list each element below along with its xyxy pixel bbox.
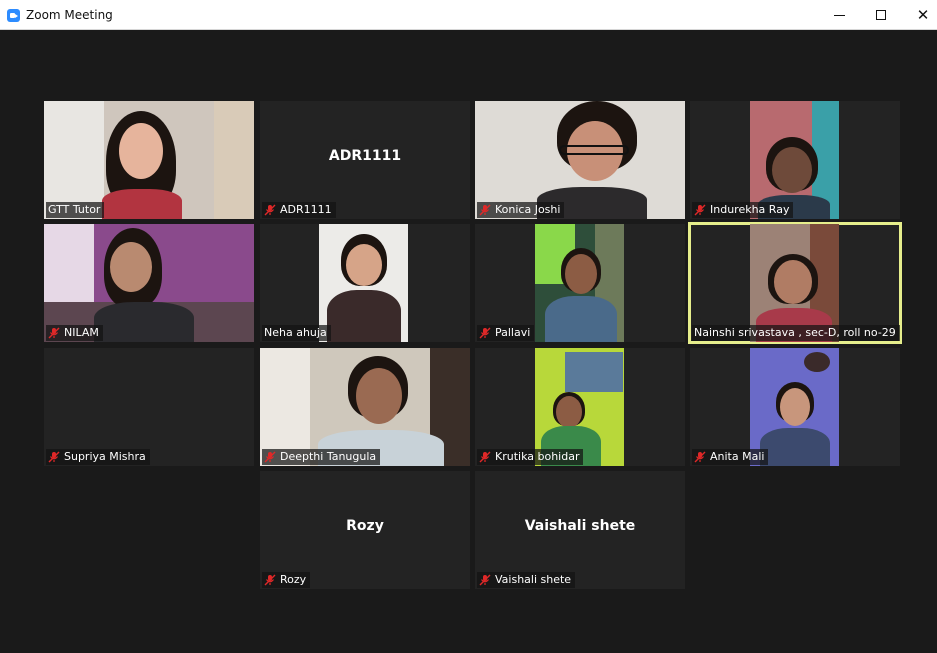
close-icon: ✕ [916,5,930,24]
participant-video [535,224,624,342]
participant-display-name: ADR1111 [328,148,402,164]
participant-tile-neha-ahuja[interactable]: Neha ahuja [260,224,470,342]
participant-tile-pallavi[interactable]: Pallavi [475,224,685,342]
participant-name: Indurekha Ray [710,203,790,216]
muted-microphone-icon [479,574,491,586]
participant-name: Pallavi [495,326,531,339]
participant-name: Rozy [280,573,307,586]
participant-label: Vaishali shete [477,572,576,588]
participant-label: Pallavi [477,325,535,341]
participant-tile-indurekha-ray[interactable]: Indurekha Ray [690,101,900,219]
participant-name: Supriya Mishra [64,450,146,463]
window-title: Zoom Meeting [26,8,113,22]
participant-label: Deepthi Tanugula [262,449,381,465]
participant-display-name: Rozy [346,518,384,534]
participant-tile-vaishali-shete[interactable]: Vaishali shete Vaishali shete [475,471,685,589]
participant-label: Rozy [262,572,311,588]
maximize-button[interactable] [858,0,904,30]
participant-tile-supriya-mishra[interactable]: Supriya Mishra [44,348,254,466]
muted-microphone-icon [479,327,491,339]
muted-microphone-icon [694,204,706,216]
participant-tile-deepthi-tanugula[interactable]: Deepthi Tanugula [260,348,470,466]
participant-name: Deepthi Tanugula [280,450,377,463]
participant-tile-adr1111[interactable]: ADR1111 ADR1111 [260,101,470,219]
participant-label: ADR1111 [262,202,336,218]
participant-name: ADR1111 [280,203,332,216]
muted-microphone-icon [264,574,276,586]
participant-tile-nainshi-srivastava[interactable]: Nainshi srivastava , sec-D, roll no-29 [688,222,902,344]
muted-microphone-icon [48,451,60,463]
participant-name: Nainshi srivastava , sec-D, roll no-29 [694,326,896,339]
participant-label: Anita Mali [692,449,769,465]
muted-microphone-icon [479,204,491,216]
participant-tile-anita-mali[interactable]: Anita Mali [690,348,900,466]
participant-name: NILAM [64,326,99,339]
participant-display-name: Vaishali shete [524,518,636,534]
participant-label: NILAM [46,325,103,341]
title-bar: Zoom Meeting ✕ [0,0,937,30]
muted-microphone-icon [264,451,276,463]
participant-tile-rozy[interactable]: Rozy Rozy [260,471,470,589]
participant-tile-nilam[interactable]: NILAM [44,224,254,342]
participant-name: Krutika bohidar [495,450,580,463]
minimize-icon [833,14,845,16]
maximize-icon [876,10,886,20]
participant-label: Krutika bohidar [477,449,584,465]
participant-name: Vaishali shete [495,573,572,586]
participant-label: Supriya Mishra [46,449,150,465]
participant-label: Neha ahuja [262,325,331,341]
participant-label: Indurekha Ray [692,202,794,218]
participant-name: Neha ahuja [264,326,327,339]
muted-microphone-icon [694,451,706,463]
participant-name: Konica Joshi [495,203,561,216]
zoom-app-icon [7,9,20,22]
participant-tile-krutika-bohidar[interactable]: Krutika bohidar [475,348,685,466]
participant-video [319,224,408,342]
participant-label: Nainshi srivastava , sec-D, roll no-29 [692,325,900,341]
participant-label: Konica Joshi [477,202,565,218]
muted-microphone-icon [479,451,491,463]
participant-label: GTT Tutor [46,202,105,218]
participant-tile-konica-joshi[interactable]: Konica Joshi [475,101,685,219]
muted-microphone-icon [264,204,276,216]
participant-name: Anita Mali [710,450,765,463]
muted-microphone-icon [48,327,60,339]
participant-name: GTT Tutor [48,203,101,216]
participant-tile-gtt-tutor[interactable]: GTT Tutor [44,101,254,219]
close-button[interactable]: ✕ [900,0,937,30]
minimize-button[interactable] [816,0,862,30]
